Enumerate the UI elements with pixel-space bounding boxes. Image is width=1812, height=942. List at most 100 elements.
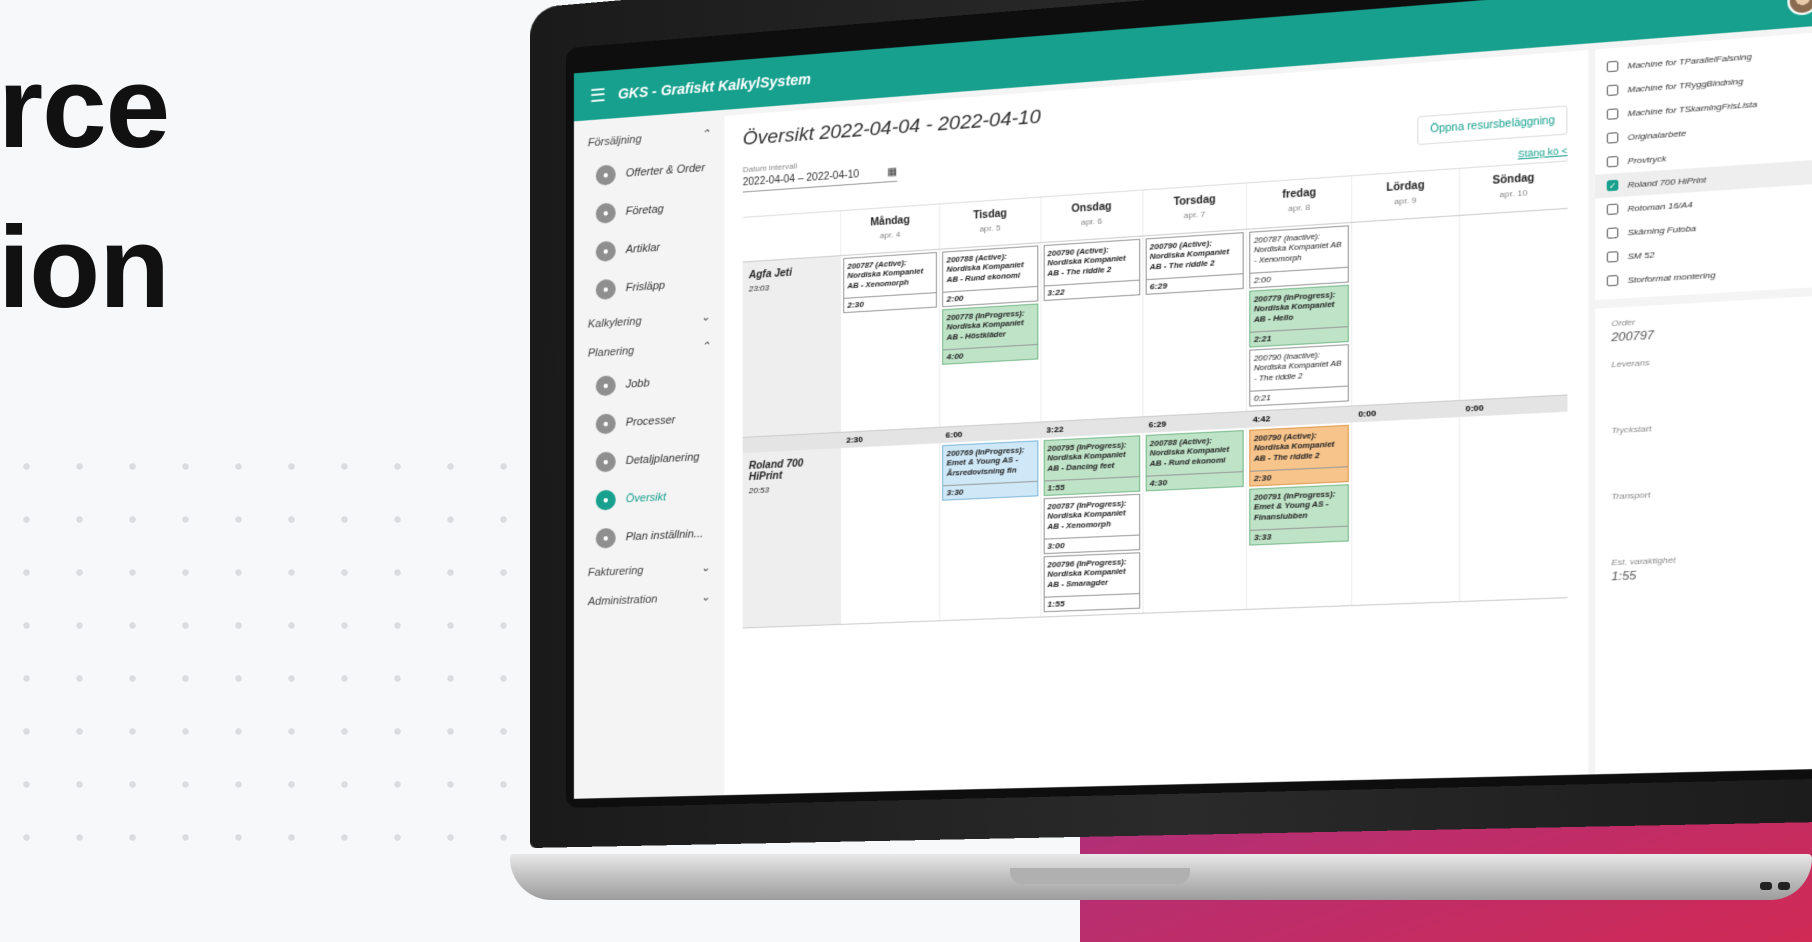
chevron-up-icon[interactable]: ⌃ xyxy=(701,127,710,141)
sidebar-group-4[interactable]: Administration ⌄ xyxy=(574,582,724,617)
day-column xyxy=(1351,216,1459,406)
resource-label: Storformat montering xyxy=(1627,269,1716,285)
day-header: Måndag apr. 4 xyxy=(840,204,940,256)
resource-label: Originalarbete xyxy=(1627,127,1687,142)
resource-checkbox[interactable] xyxy=(1606,274,1619,287)
resource-label: Roland 700 HiPrint xyxy=(1627,174,1707,190)
right-panel: Machine for TParallelFalsning Machine for… xyxy=(1595,31,1812,775)
laptop-base-notch xyxy=(1010,868,1190,884)
resource-checkbox[interactable] xyxy=(1606,108,1619,120)
open-resource-allocation-button[interactable]: Öppna resursbeläggning xyxy=(1417,105,1568,146)
sidebar-group-label: Försäljning xyxy=(587,132,642,149)
chevron-down-icon[interactable]: ⌄ xyxy=(701,310,710,324)
job-card-text: 200778 (InProgress): Nordiska Kompaniet … xyxy=(946,308,1025,342)
laptop: ☰ GKS - Grafiskt KalkylSystem Försäljnin… xyxy=(510,0,1812,942)
sidebar: Försäljning ⌃ ● Offerter & Order ● Företag ● Ar… xyxy=(573,109,725,799)
chevron-up-icon[interactable]: ⌃ xyxy=(701,339,710,353)
avatar[interactable] xyxy=(1787,0,1812,17)
nav-item-icon: ● xyxy=(595,164,616,186)
job-card-text: 200787 (InProgress): Nordiska Kompaniet … xyxy=(1047,498,1127,531)
day-header: fredag apr. 8 xyxy=(1246,176,1352,229)
day-column: 200790 (Active): Nordiska Kompaniet AB -… xyxy=(1246,422,1352,609)
calendar-icon[interactable]: ▦ xyxy=(887,166,897,178)
sidebar-item-label: Jobb xyxy=(625,377,650,391)
job-card-text: 200787 (Inactive): Nordiska Kompaniet AB… xyxy=(1253,231,1342,265)
resource-label: Rotoman 16/A4 xyxy=(1627,199,1693,214)
day-header: Onsdag apr. 6 xyxy=(1039,190,1143,243)
job-card-duration: 1:55 xyxy=(1044,593,1139,612)
sidebar-item-label: Processer xyxy=(625,414,676,429)
day-column: 200787 (Inactive): Nordiska Kompaniet AB… xyxy=(1246,222,1352,411)
job-card[interactable]: 200791 (InProgress): Emet & Young AS - F… xyxy=(1249,484,1350,546)
job-card-text: 200795 (InProgress): Nordiska Kompaniet … xyxy=(1047,440,1127,473)
headline-line-2: ion xyxy=(0,202,170,332)
resource-checkbox[interactable] xyxy=(1606,132,1619,144)
job-card[interactable]: 200778 (InProgress): Nordiska Kompaniet … xyxy=(942,303,1038,365)
resource-label: Provtryck xyxy=(1627,153,1667,166)
resource-label: Machine for TRyggBindning xyxy=(1627,75,1744,95)
day-column xyxy=(1458,411,1568,602)
app-window: ☰ GKS - Grafiskt KalkylSystem Försäljnin… xyxy=(573,0,1812,799)
job-card-duration: 3:30 xyxy=(943,480,1037,500)
day-column xyxy=(1458,208,1568,401)
day-column xyxy=(1351,417,1459,606)
day-header: Tisdag apr. 5 xyxy=(939,197,1040,249)
sidebar-item-p4[interactable]: ● Plan inställnin... xyxy=(574,514,724,559)
job-card-duration: 3:00 xyxy=(1044,534,1139,554)
dot-pattern xyxy=(0,440,540,880)
job-card-text: 200796 (InProgress): Nordiska Kompaniet … xyxy=(1047,556,1127,590)
resource-label: SM 52 xyxy=(1627,249,1655,261)
schedule-grid: Måndag apr. 4 Tisdag apr. 5 Onsdag apr. 6 Tors… xyxy=(742,160,1568,629)
resource-checkbox[interactable]: ✓ xyxy=(1606,179,1619,192)
resource-list: Machine for TParallelFalsning Machine for… xyxy=(1595,31,1812,301)
resource-label: Machine for TParallelFalsning xyxy=(1627,51,1752,71)
nav-item-icon: ● xyxy=(595,375,616,397)
job-card[interactable]: 200795 (InProgress): Nordiska Kompaniet … xyxy=(1043,435,1141,497)
job-card[interactable]: 200787 (Inactive): Nordiska Kompaniet AB… xyxy=(1249,225,1350,289)
day-header: Torsdag apr. 7 xyxy=(1142,183,1247,236)
job-card[interactable]: 200796 (InProgress): Nordiska Kompaniet … xyxy=(1043,552,1141,613)
nav-item-icon: ● xyxy=(595,278,616,301)
job-card[interactable]: 200790 (Active): Nordiska Kompaniet AB -… xyxy=(1145,232,1244,295)
day-column: 200769 (InProgress): Emet & Young AS - Å… xyxy=(939,438,1040,621)
lane-label: Agfa Jeti 23:03 xyxy=(742,256,841,437)
job-card[interactable]: 200790 (Active): Nordiska Kompaniet AB -… xyxy=(1043,238,1141,302)
chevron-down-icon[interactable]: ⌄ xyxy=(701,561,710,575)
job-card[interactable]: 200769 (InProgress): Emet & Young AS - Å… xyxy=(942,440,1038,501)
resource-label: Skärning Futoba xyxy=(1627,222,1697,237)
job-card[interactable]: 200788 (Active): Nordiska Kompaniet AB -… xyxy=(1145,430,1244,492)
nav-item-icon: ● xyxy=(595,240,616,263)
resource-checkbox[interactable] xyxy=(1606,251,1619,263)
job-card[interactable]: 200779 (InProgress): Nordiska Kompaniet … xyxy=(1249,284,1350,348)
day-header: Söndag apr. 10 xyxy=(1458,161,1568,215)
sidebar-item-label: Översikt xyxy=(625,491,667,506)
day-column: 200788 (Active): Nordiska Kompaniet AB -… xyxy=(1142,427,1247,613)
nav-item-icon: ● xyxy=(595,413,616,435)
hamburger-menu-icon[interactable]: ☰ xyxy=(590,84,606,106)
job-card-text: 200790 (Active): Nordiska Kompaniet AB -… xyxy=(1253,430,1335,463)
nav-item-icon: ● xyxy=(595,202,616,224)
job-card-text: 200788 (Active): Nordiska Kompaniet AB -… xyxy=(946,251,1024,285)
job-card-text: 200791 (InProgress): Emet & Young AS - F… xyxy=(1253,489,1336,522)
resource-checkbox[interactable] xyxy=(1606,227,1619,239)
job-card[interactable]: 200787 (Active): Nordiska Kompaniet AB -… xyxy=(843,251,938,314)
day-column: 200790 (Active): Nordiska Kompaniet AB -… xyxy=(1039,236,1143,422)
job-card-duration: 4:30 xyxy=(1146,471,1243,491)
resource-checkbox[interactable] xyxy=(1606,84,1619,97)
resource-checkbox[interactable] xyxy=(1606,60,1619,73)
headline-line-1: rce xyxy=(0,42,170,172)
day-column: 200787 (Active): Nordiska Kompaniet AB -… xyxy=(840,249,940,432)
usb-port-icon xyxy=(1760,882,1772,890)
sidebar-item-label: Offerter & Order xyxy=(625,161,706,180)
job-card-text: 200790 (Inactive): Nordiska Kompaniet AB… xyxy=(1253,349,1342,383)
job-card[interactable]: 200790 (Inactive): Nordiska Kompaniet AB… xyxy=(1249,344,1350,407)
job-card[interactable]: 200787 (InProgress): Nordiska Kompaniet … xyxy=(1043,493,1141,555)
job-card[interactable]: 200788 (Active): Nordiska Kompaniet AB -… xyxy=(942,245,1038,308)
resource-checkbox[interactable] xyxy=(1606,155,1619,168)
job-card-duration: 1:55 xyxy=(1044,476,1139,496)
job-card-text: 200790 (Active): Nordiska Kompaniet AB -… xyxy=(1047,245,1126,278)
sidebar-group-label: Administration xyxy=(587,592,658,608)
chevron-down-icon[interactable]: ⌄ xyxy=(701,590,710,603)
resource-checkbox[interactable] xyxy=(1606,203,1619,216)
job-card[interactable]: 200790 (Active): Nordiska Kompaniet AB -… xyxy=(1249,424,1350,487)
